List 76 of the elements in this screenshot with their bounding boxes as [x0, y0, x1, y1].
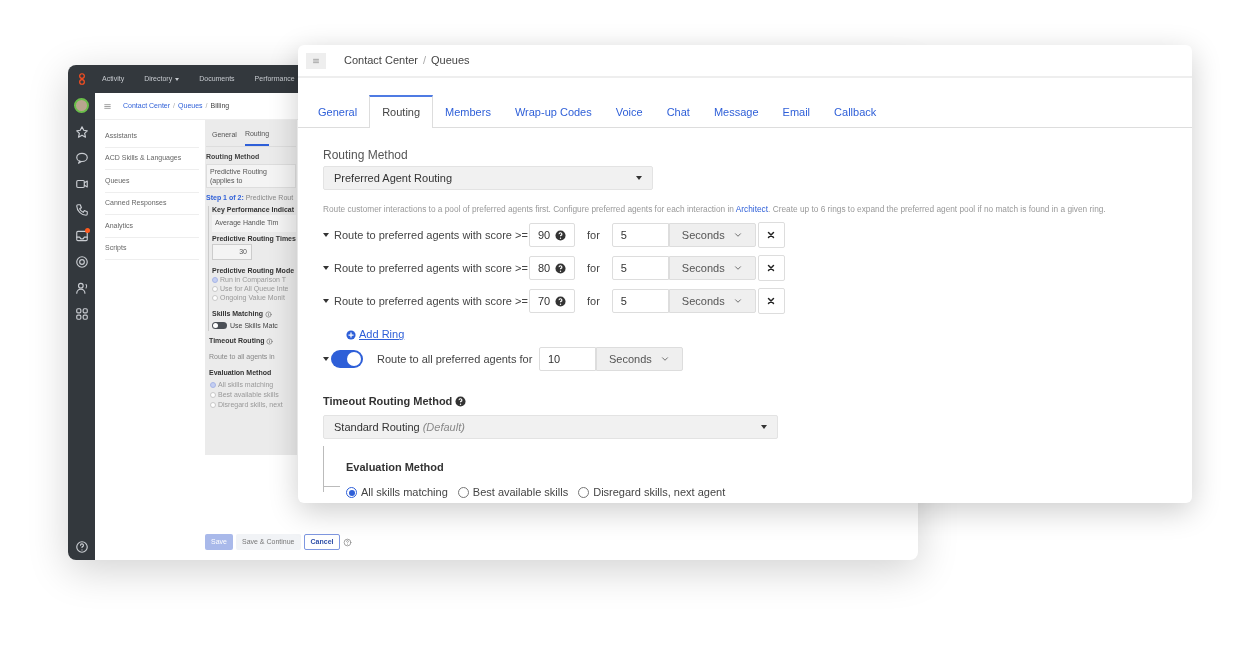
plus-circle-icon — [346, 329, 356, 340]
ring-label: Route to preferred agents with score >= — [334, 228, 529, 244]
tab[interactable]: Routing — [369, 95, 434, 128]
duration-field[interactable]: 10 — [539, 346, 596, 371]
close-icon — [766, 263, 777, 274]
radio-label: Best available skills — [472, 485, 569, 501]
caret-icon[interactable] — [636, 176, 642, 180]
radio-button[interactable] — [210, 401, 216, 408]
remove-ring-button[interactable] — [757, 255, 785, 282]
score-field[interactable]: 70 — [529, 289, 575, 314]
info-icon — [266, 337, 274, 345]
caret-icon[interactable] — [323, 266, 329, 271]
help-icon[interactable] — [74, 540, 89, 554]
tab[interactable]: Chat — [654, 95, 702, 128]
radio-button[interactable] — [212, 295, 218, 301]
tab[interactable]: General — [306, 95, 370, 128]
lifebuoy-icon[interactable] — [74, 255, 89, 269]
close-icon — [766, 296, 777, 307]
info-icon — [264, 310, 272, 318]
field-label: Timeout Routing Method — [323, 393, 453, 409]
help-icon[interactable] — [555, 262, 566, 274]
duration-field[interactable]: 5 — [611, 223, 669, 248]
ring-label: Route to preferred agents with score >= — [334, 294, 529, 310]
caret-icon[interactable] — [323, 233, 329, 238]
star-icon[interactable] — [74, 125, 89, 139]
close-icon — [766, 230, 777, 241]
section-heading: Evaluation Method — [346, 461, 444, 474]
routing-method-select[interactable]: Preferred Agent Routing — [323, 166, 653, 190]
score-field[interactable]: 90 — [529, 223, 575, 248]
breadcrumb-link[interactable]: Contact Center — [344, 52, 418, 69]
radio-button[interactable] — [210, 391, 216, 398]
tab[interactable]: Members — [433, 95, 503, 128]
help-icon[interactable] — [455, 395, 467, 407]
timeout-method-select[interactable]: Standard Routing (Default) — [323, 415, 778, 440]
duration-field[interactable]: 5 — [611, 256, 669, 281]
help-icon[interactable] — [555, 229, 566, 241]
field-label: Routing Method — [323, 147, 409, 164]
remove-ring-button[interactable] — [757, 222, 785, 249]
tab[interactable]: Message — [701, 95, 771, 128]
radio-button[interactable] — [212, 277, 218, 283]
toggle-switch[interactable] — [331, 349, 363, 368]
breadcrumb-link[interactable]: Queues — [431, 52, 470, 69]
remove-ring-button[interactable] — [757, 288, 785, 315]
unit-select[interactable]: Seconds — [668, 256, 756, 281]
unit-select[interactable]: Seconds — [668, 289, 756, 314]
tab[interactable]: Email — [770, 95, 823, 128]
duration-field[interactable]: 5 — [611, 289, 669, 314]
inbox-icon[interactable] — [74, 229, 89, 243]
breadcrumb-separator: / — [423, 53, 427, 69]
caret-icon[interactable] — [323, 299, 329, 304]
radio-label: All skills matching — [361, 485, 448, 501]
caret-icon[interactable] — [761, 425, 767, 430]
person-voice-icon[interactable] — [74, 281, 89, 295]
unit-select[interactable]: Seconds — [596, 346, 683, 371]
toggle-label: Route to all preferred agents for — [377, 351, 534, 367]
for-label: for — [587, 294, 600, 310]
for-label: for — [587, 261, 600, 277]
video-icon[interactable] — [74, 177, 89, 191]
toggle-switch[interactable] — [212, 322, 227, 330]
score-field[interactable]: 80 — [529, 256, 575, 281]
radio-button[interactable] — [212, 286, 218, 292]
help-icon[interactable] — [555, 295, 566, 307]
unit-select[interactable]: Seconds — [668, 223, 756, 248]
tab[interactable]: Wrap-up Codes — [502, 95, 604, 128]
avatar[interactable] — [74, 98, 89, 113]
chat-bubble-icon[interactable] — [74, 151, 89, 165]
radio-button[interactable] — [210, 381, 216, 388]
add-ring-link[interactable]: Add Ring — [346, 326, 405, 343]
apps-icon[interactable] — [74, 307, 89, 321]
tab[interactable]: Callback — [822, 95, 889, 128]
phone-icon[interactable] — [74, 203, 89, 217]
description-text: Route customer interactions to a pool of preferred agents first. Configure preferred agents for each interaction in Architect. Create up to 6 rings to expand the preferred agent pool if no match is found in a given ring. — [323, 203, 1107, 216]
ring-label: Route to preferred agents with score >= — [334, 261, 529, 277]
for-label: for — [587, 228, 600, 244]
tab[interactable]: Voice — [603, 95, 655, 128]
radio-label: Disregard skills, next agent — [593, 485, 726, 501]
